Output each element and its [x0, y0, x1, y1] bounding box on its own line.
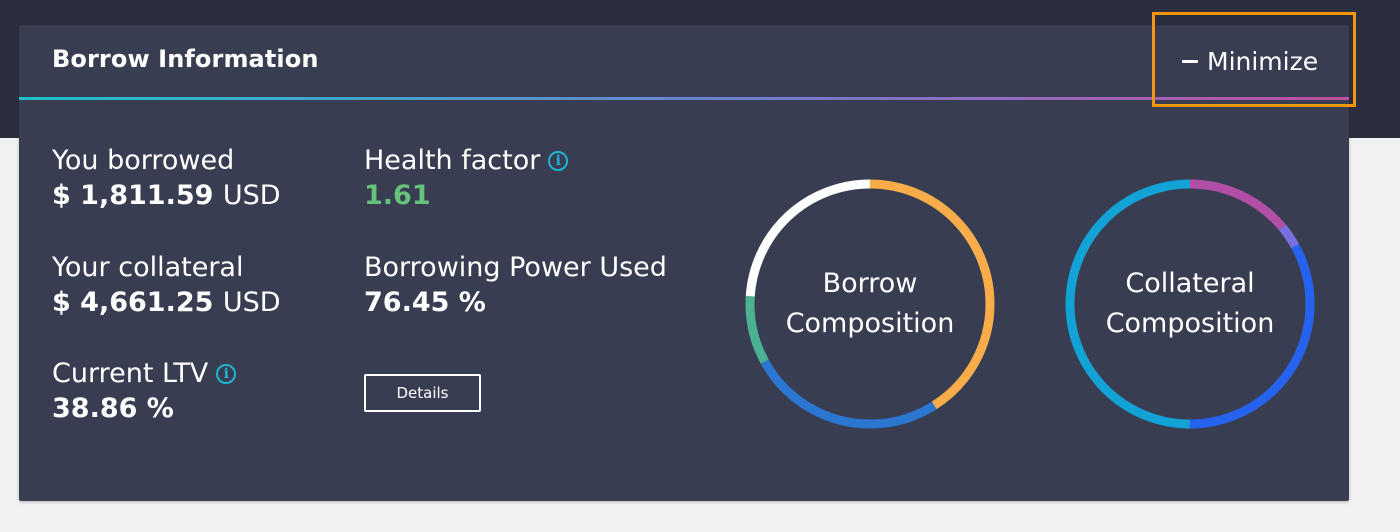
borrow-composition-chart: Borrow Composition: [742, 176, 998, 432]
details-button[interactable]: Details: [364, 374, 481, 412]
current-ltv-label-row: Current LTV i: [52, 358, 237, 390]
panel-title: Borrow Information: [52, 45, 319, 73]
borrowing-power-label: Borrowing Power Used: [364, 252, 667, 283]
stat-current-ltv: Current LTV i 38.86 %: [52, 358, 237, 426]
health-factor-label-row: Health factor i: [364, 145, 569, 177]
collateral-composition-line1: Collateral: [1125, 268, 1255, 299]
current-ltv-value: 38.86 %: [52, 393, 174, 424]
minimize-button[interactable]: Minimize: [1182, 41, 1318, 81]
stat-your-collateral: Your collateral $ 4,661.25 USD: [52, 252, 281, 320]
health-factor-value: 1.61: [364, 180, 431, 211]
panel-header: Borrow Information Minimize: [19, 25, 1349, 97]
stat-health-factor: Health factor i 1.61: [364, 145, 569, 213]
your-collateral-value: $ 4,661.25 USD: [52, 287, 281, 318]
borrow-composition-line2: Composition: [785, 308, 955, 339]
collateral-composition-label: Collateral Composition: [1062, 176, 1318, 432]
health-factor-label: Health factor: [364, 145, 541, 176]
your-collateral-label: Your collateral: [52, 252, 244, 283]
collateral-composition-chart: Collateral Composition: [1062, 176, 1318, 432]
current-ltv-label: Current LTV: [52, 358, 209, 389]
info-icon[interactable]: i: [216, 364, 237, 384]
info-icon[interactable]: i: [548, 151, 569, 171]
stat-borrowing-power-used: Borrowing Power Used 76.45 %: [364, 252, 667, 320]
borrowing-power-value: 76.45 %: [364, 287, 486, 318]
stat-you-borrowed: You borrowed $ 1,811.59 USD: [52, 145, 281, 213]
minus-icon: [1182, 59, 1198, 63]
you-borrowed-value: $ 1,811.59 USD: [52, 180, 281, 211]
borrow-composition-line1: Borrow: [822, 268, 918, 299]
minimize-label: Minimize: [1207, 46, 1319, 76]
borrow-information-panel: Borrow Information Minimize You borrowed…: [19, 25, 1349, 501]
borrow-composition-label: Borrow Composition: [742, 176, 998, 432]
header-divider: [19, 97, 1349, 100]
you-borrowed-label: You borrowed: [52, 145, 235, 176]
collateral-composition-line2: Composition: [1105, 308, 1275, 339]
